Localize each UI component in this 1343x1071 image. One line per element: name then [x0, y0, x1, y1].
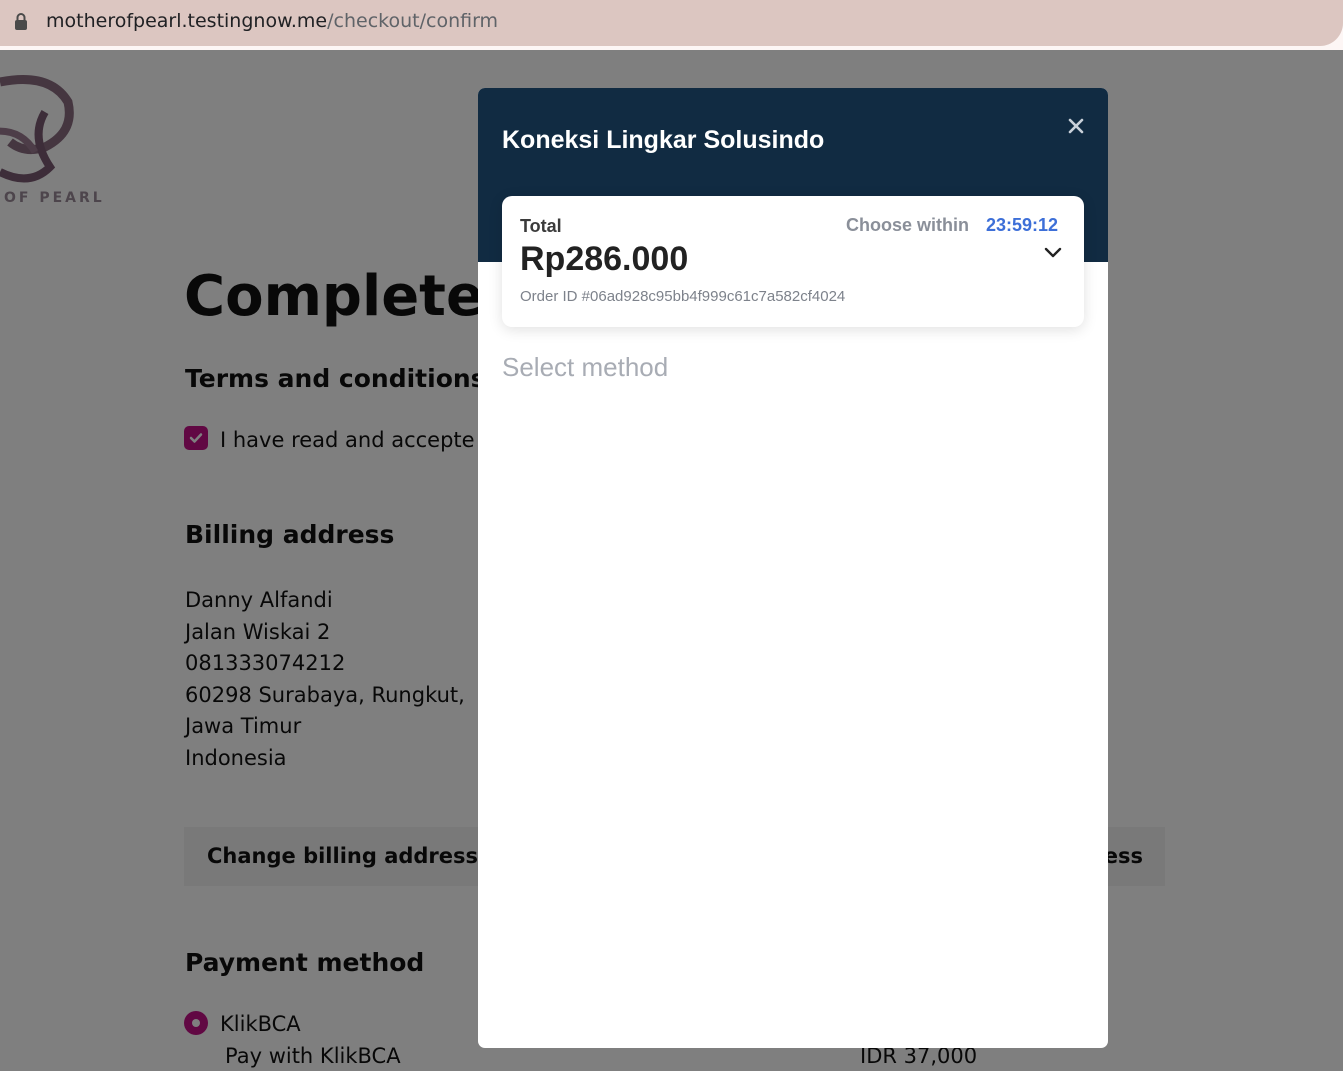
browser-address-bar: motherofpearl.testingnow.me/checkout/con…	[0, 0, 1343, 50]
close-icon[interactable]	[1066, 116, 1086, 136]
select-method-heading: Select method	[502, 352, 669, 382]
url-path: /checkout/confirm	[327, 10, 499, 32]
url-host: motherofpearl.testingnow.me	[46, 10, 328, 32]
url-text[interactable]: motherofpearl.testingnow.me/checkout/con…	[46, 10, 498, 32]
total-amount: Rp286.000	[520, 240, 689, 278]
merchant-name: Koneksi Lingkar Solusindo	[502, 126, 825, 154]
payment-modal: Koneksi Lingkar Solusindo Total Choose w…	[478, 88, 1108, 1048]
url-field[interactable]: motherofpearl.testingnow.me/checkout/con…	[0, 0, 1343, 46]
lock-icon	[15, 13, 27, 30]
choose-within-label: Choose within	[846, 215, 969, 235]
order-id: Order ID #06ad928c95bb4f999c61c7a582cf40…	[520, 288, 846, 305]
chevron-down-icon[interactable]	[1042, 246, 1064, 260]
countdown-timer: 23:59:12	[986, 215, 1059, 235]
order-summary-card[interactable]: Total Choose within 23:59:12 Rp286.000 O…	[502, 196, 1084, 327]
total-label: Total	[520, 216, 562, 236]
